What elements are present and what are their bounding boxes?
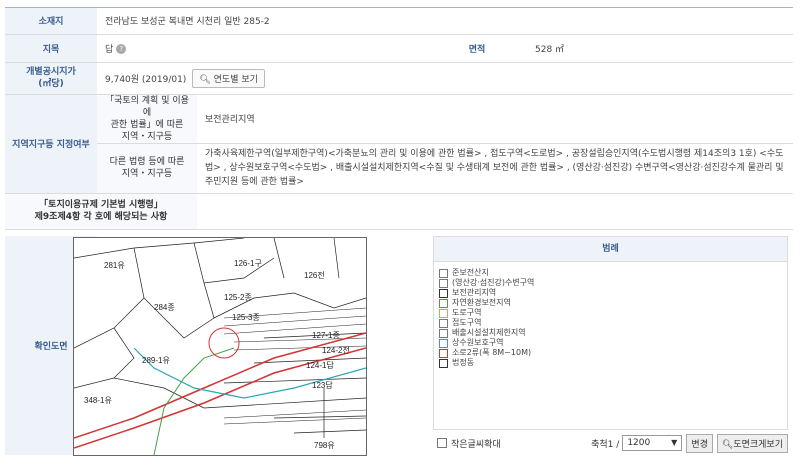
search-icon: 🔍︎	[199, 74, 211, 85]
zone-other-law-value: 가축사육제한구역(일부제한구역)<가축분뇨의 관리 및 이용에 관한 법률> ,…	[197, 143, 793, 194]
legend-label: 배출시설설치제한지역	[452, 328, 526, 337]
parcel-label: 123답	[312, 380, 333, 390]
legend-label: 도로구역	[452, 308, 482, 317]
parcel-label: 289-1유	[142, 356, 170, 365]
zone-other-law-label: 다른 법령 등에 따른 지역・지구등	[97, 143, 197, 194]
jimok-label: 지목	[5, 34, 97, 63]
legend-swatch	[439, 288, 448, 298]
magnifier-icon: 🔍︎	[721, 439, 734, 450]
legend-swatch	[439, 328, 448, 338]
map-section: 확인도면 281유 126-1구 126전 284종 125-2종 125-3종…	[5, 236, 793, 456]
legend-label: 상수원보호구역	[452, 338, 504, 347]
parcel-label: 126-1구	[234, 259, 262, 268]
info-table: 소재지 전라남도 보성군 복내면 시천리 일반 285-2 지목 답? 면적 5…	[5, 8, 793, 230]
legend-item: 배출시설설치제한지역	[439, 328, 782, 338]
parcel-label: 127-1종	[312, 331, 340, 340]
parcel-label: 124-1답	[306, 360, 334, 370]
enlarge-map-button[interactable]: 🔍︎도면크게보기	[716, 433, 788, 453]
legend-label: 접도구역	[452, 318, 482, 327]
legend-title: 범례	[433, 236, 788, 262]
price-label: 개별공시지가 (㎡당)	[5, 62, 97, 95]
address-value: 전라남도 보성군 복내면 시천리 일반 285-2	[97, 8, 793, 35]
chevron-down-icon: ▼	[671, 438, 678, 447]
zone-national-law-label: 「국토의 계획 및 이용에 관한 법률」에 따른 지역・지구등	[97, 94, 197, 144]
legend-panel: 범례 준보전산지 (영산강·섬진강)수변구역 보전관리지역 자연환경보전지역 도…	[433, 236, 788, 455]
enforcement-label: 「토지이용규제 기본법 시행령」 제9조제4항 각 호에 해당되는 사항	[5, 193, 197, 230]
legend-label: 자연환경보전지역	[452, 298, 511, 307]
legend-item: 도로구역	[439, 308, 782, 318]
yearly-price-button-label: 연도별 보기	[213, 74, 258, 85]
cadastral-map[interactable]: 281유 126-1구 126전 284종 125-2종 125-3종 127-…	[73, 237, 367, 456]
help-icon[interactable]: ?	[116, 44, 127, 54]
legend-list: 준보전산지 (영산강·섬진강)수변구역 보전관리지역 자연환경보전지역 도로구역…	[433, 262, 788, 430]
legend-item: 보전관리지역	[439, 288, 782, 298]
enlarge-map-button-label: 도면크게보기	[733, 439, 783, 450]
legend-item: 준보전산지	[439, 268, 782, 278]
scale-select[interactable]: 1200 ▼	[622, 435, 683, 451]
enforcement-value	[197, 193, 793, 230]
legend-item: 법정동	[439, 358, 782, 368]
scale-value: 1200	[627, 438, 651, 448]
legend-label: (영산강·섬진강)수변구역	[452, 278, 535, 287]
enlarge-text-checkbox[interactable]	[437, 438, 447, 448]
jimok-value: 답	[105, 44, 114, 55]
legend-item: 소로2류(폭 8M~10M)	[439, 348, 782, 358]
parcel-label: 125-3종	[232, 313, 260, 322]
parcel-label: 348-1유	[84, 396, 112, 405]
parcel-label: 126전	[304, 270, 325, 280]
parcel-label: 281유	[104, 261, 125, 270]
legend-swatch	[439, 278, 448, 288]
area-label: 면적	[427, 34, 527, 63]
map-controls: 작은글씨확대 축척1 / 1200 ▼ 변경 🔍︎도면크게보기	[433, 432, 788, 454]
legend-swatch	[439, 298, 448, 308]
legend-item: (영산강·섬진강)수변구역	[439, 278, 782, 288]
jimok-cell: 답?	[97, 34, 427, 63]
legend-swatch	[439, 358, 448, 368]
area-value: 528 ㎡	[527, 34, 793, 63]
legend-label: 소로2류(폭 8M~10M)	[452, 348, 532, 357]
legend-swatch	[439, 318, 448, 328]
legend-label: 준보전산지	[452, 268, 489, 277]
legend-swatch	[439, 268, 448, 278]
legend-item: 접도구역	[439, 318, 782, 328]
parcel-label: 124-2전	[322, 345, 350, 355]
legend-swatch	[439, 348, 448, 358]
legend-label: 보전관리지역	[452, 288, 497, 297]
legend-item: 자연환경보전지역	[439, 298, 782, 308]
parcel-label: 284종	[154, 303, 175, 312]
zone-national-law-value: 보전관리지역	[197, 94, 793, 144]
address-label: 소재지	[5, 8, 97, 35]
map-drawing: 281유 126-1구 126전 284종 125-2종 125-3종 127-…	[74, 238, 366, 455]
zone-label: 지역지구등 지정여부	[5, 94, 97, 194]
scale-label: 축척1 /	[591, 439, 620, 450]
enlarge-text-label: 작은글씨확대	[451, 439, 501, 450]
yearly-price-button[interactable]: 🔍︎ 연도별 보기	[192, 68, 265, 88]
legend-swatch	[439, 308, 448, 318]
parcel-label: 125-2종	[224, 293, 252, 302]
legend-label: 법정동	[452, 358, 475, 367]
price-value: 9,740원 (2019/01)	[105, 74, 187, 85]
land-use-info-panel: 소재지 전라남도 보성군 복내면 시천리 일반 285-2 지목 답? 면적 5…	[5, 7, 793, 456]
parcel-label: 798유	[314, 441, 335, 450]
price-cell: 9,740원 (2019/01) 🔍︎ 연도별 보기	[97, 62, 793, 95]
legend-item: 상수원보호구역	[439, 338, 782, 348]
change-scale-button[interactable]: 변경	[686, 433, 713, 453]
legend-swatch	[439, 338, 448, 348]
